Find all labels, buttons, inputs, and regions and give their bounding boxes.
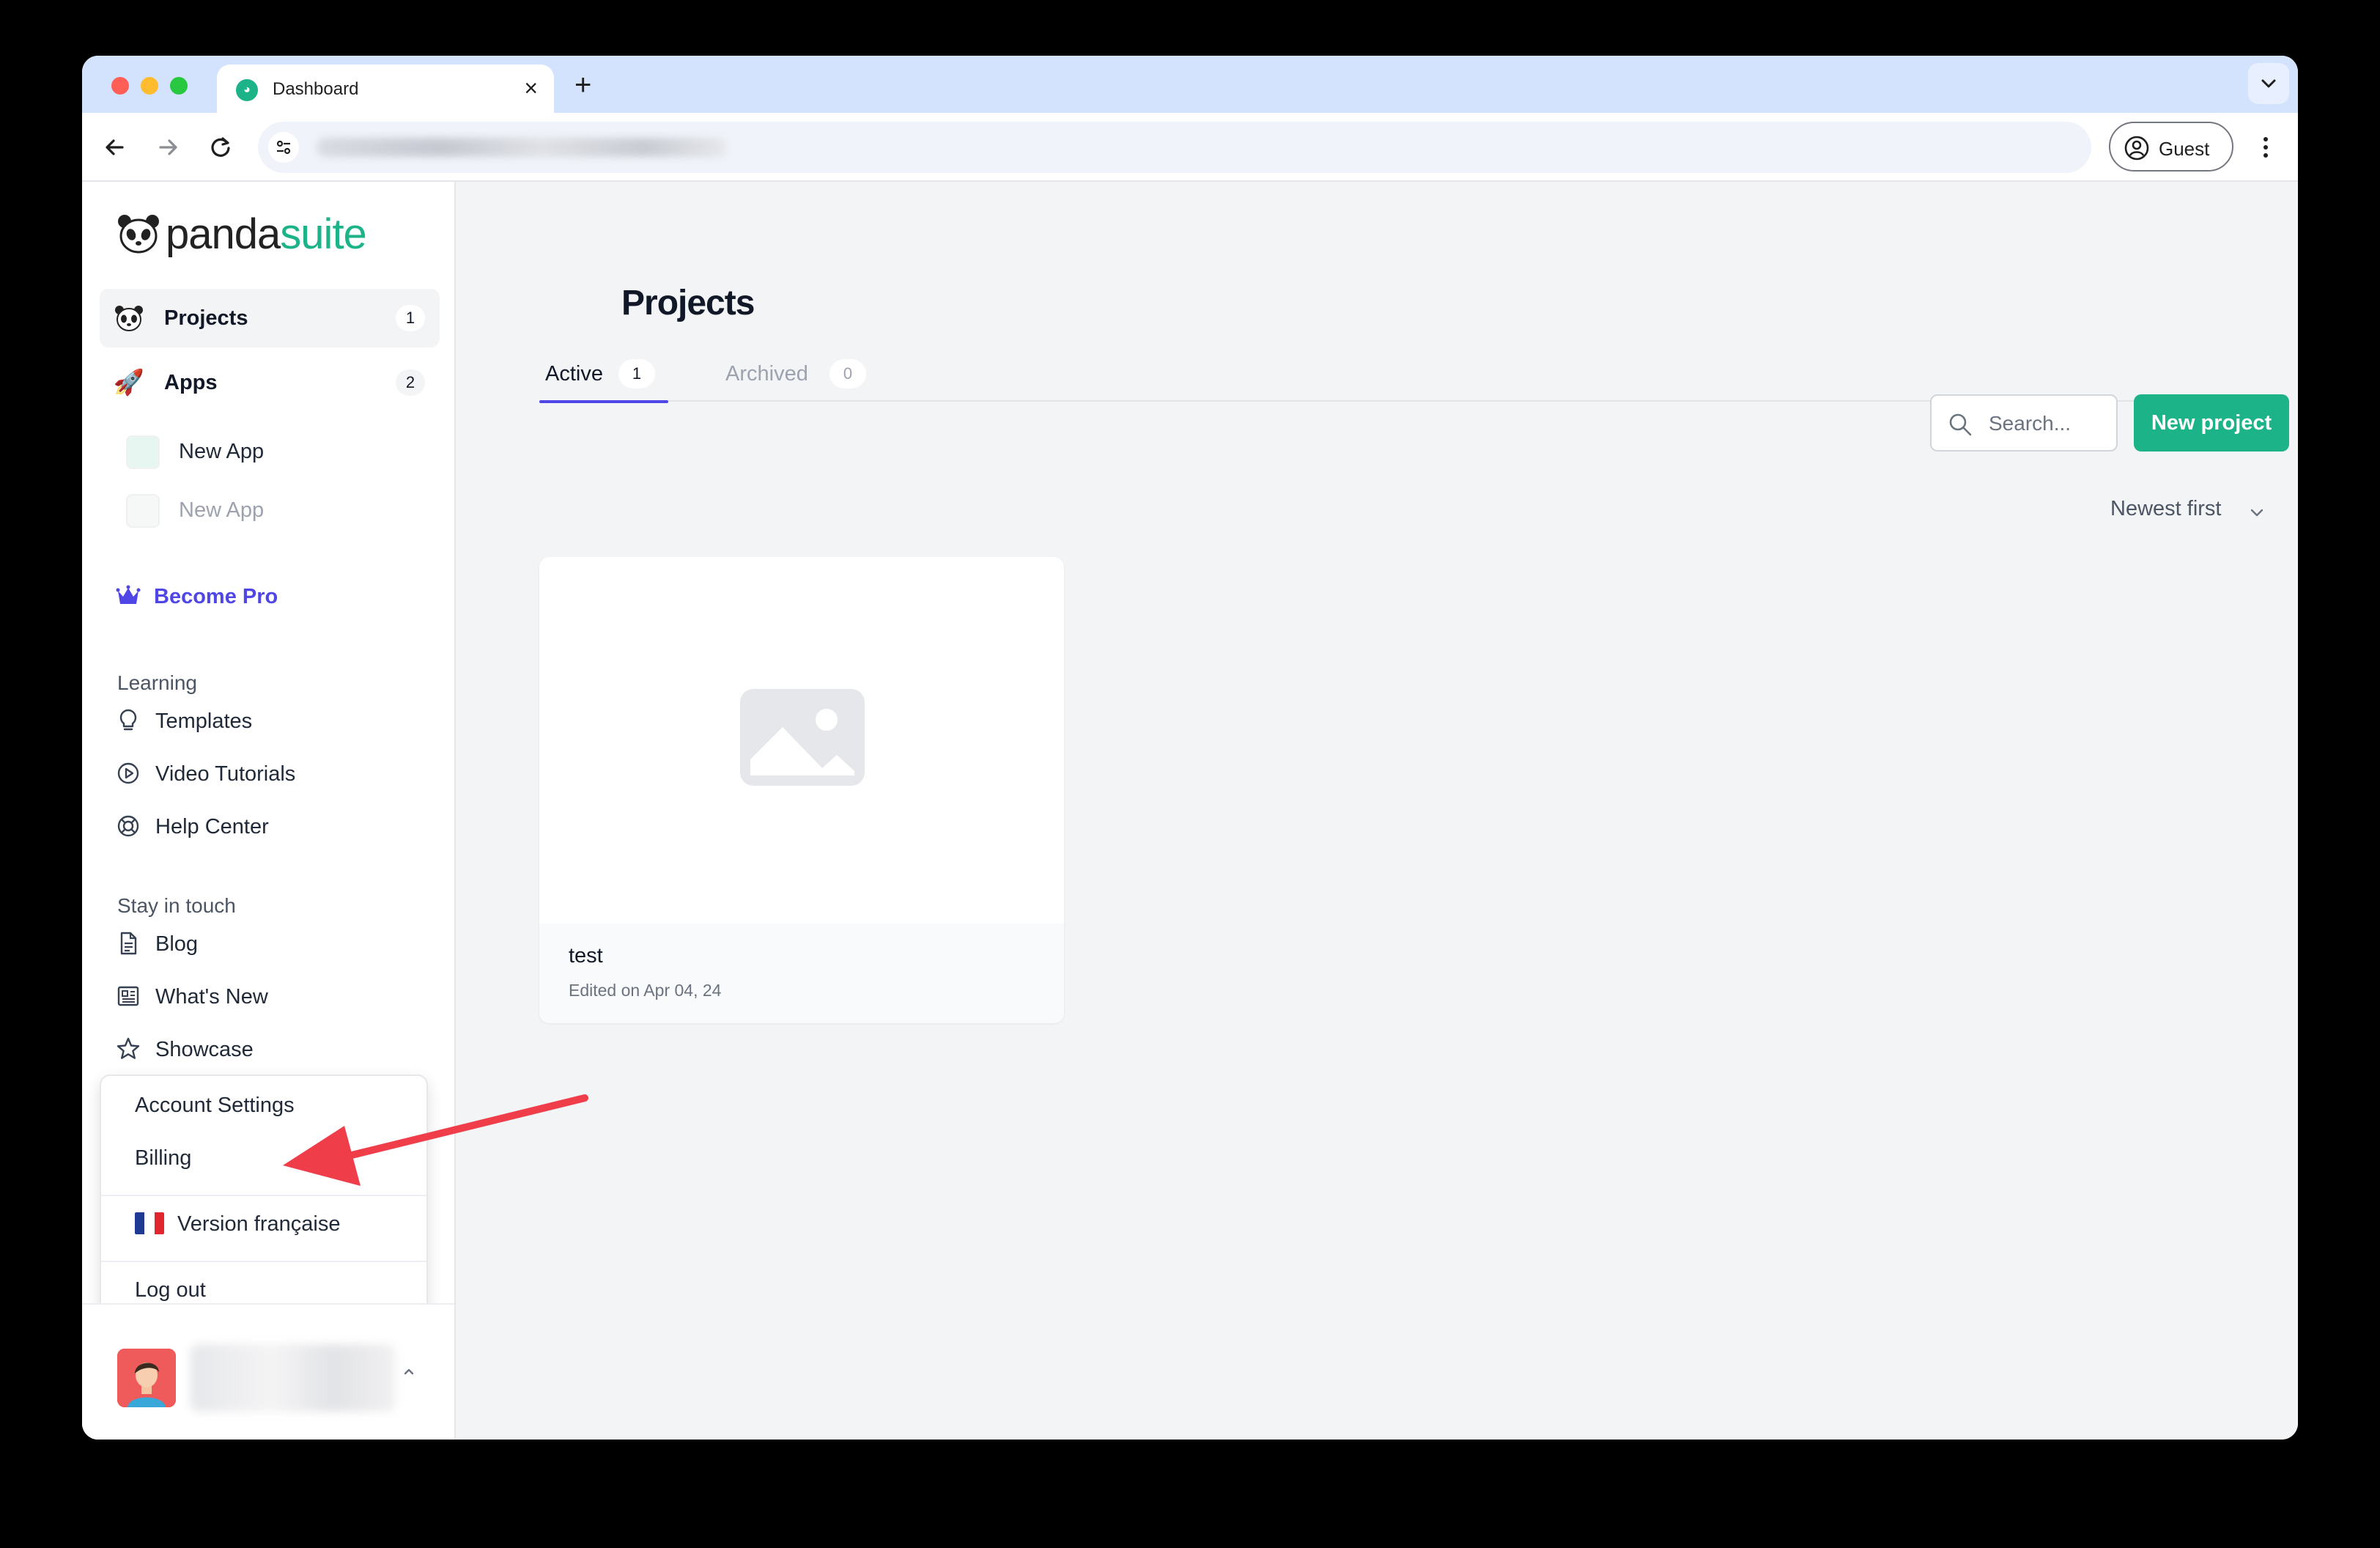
account-menu: Account Settings Billing Version françai…: [100, 1075, 428, 1324]
blurred-url: [317, 138, 727, 157]
menu-item-billing[interactable]: Billing: [101, 1136, 426, 1180]
app-name: New App: [179, 498, 265, 522]
logo-wordmark: pandasuite: [166, 210, 367, 258]
link-label: Video Tutorials: [155, 762, 296, 786]
profile-label: Guest: [2159, 138, 2210, 160]
crown-icon: [116, 585, 141, 604]
tab-archived[interactable]: Archived 0: [720, 350, 866, 402]
browser-window: ◕ Dashboard × + Guest pandasuite Project…: [82, 56, 2298, 1440]
search-icon: [1949, 413, 1972, 436]
project-thumbnail: [539, 557, 1064, 924]
link-label: Help Center: [155, 815, 269, 838]
project-edited-date: Edited on Apr 04, 24: [569, 981, 722, 1000]
sidebar-item-label: Apps: [164, 371, 218, 394]
back-button[interactable]: [98, 130, 132, 164]
app-content: pandasuite Projects 1 🚀 Apps 2 New App N…: [82, 182, 2298, 1440]
new-tab-button[interactable]: +: [574, 69, 591, 101]
star-icon: [117, 1037, 140, 1059]
search-input[interactable]: [1989, 406, 2109, 441]
sidebar-item-label: Projects: [164, 306, 248, 330]
sort-label: Newest first: [2110, 497, 2222, 520]
tune-icon: [276, 140, 291, 155]
menu-divider: [101, 1261, 426, 1262]
menu-item-label: Version française: [177, 1212, 341, 1236]
menu-divider: [101, 1195, 426, 1196]
sidebar-item-apps[interactable]: 🚀 Apps 2: [100, 353, 440, 412]
menu-item-label: Log out: [135, 1278, 206, 1302]
learning-heading: Learning: [117, 671, 197, 694]
search-box[interactable]: [1930, 394, 2118, 452]
reload-icon: [211, 137, 230, 157]
profile-button[interactable]: Guest: [2109, 122, 2233, 172]
zoom-window-button[interactable]: [170, 77, 188, 95]
image-placeholder-icon: [740, 689, 865, 786]
document-icon: [120, 932, 137, 955]
chevron-down-icon: [2261, 79, 2276, 88]
rocket-icon: 🚀: [113, 369, 145, 397]
lightbulb-icon: [119, 709, 137, 731]
tab-count-badge: 0: [829, 359, 866, 388]
tab-label: Active: [545, 362, 603, 386]
link-label: Blog: [155, 932, 199, 956]
menu-item-label: Billing: [135, 1146, 192, 1170]
tab-label: Archived: [725, 362, 808, 386]
more-vertical-icon: [2263, 137, 2268, 158]
french-flag-icon: [135, 1212, 164, 1234]
blurred-user-info: [191, 1344, 396, 1412]
tab-active[interactable]: Active 1: [539, 350, 668, 403]
project-name: test: [569, 944, 603, 968]
app-thumbnail: [126, 435, 160, 469]
page-title: Projects: [621, 284, 755, 322]
panda-icon: [113, 302, 145, 334]
link-label: Showcase: [155, 1038, 254, 1061]
close-window-button[interactable]: [111, 77, 129, 95]
user-account-toggle[interactable]: [82, 1303, 454, 1440]
address-bar[interactable]: [258, 122, 2091, 173]
lifebuoy-icon: [117, 815, 139, 837]
menu-item-french-version[interactable]: Version française: [101, 1202, 426, 1246]
panda-favicon-icon: ◕: [236, 79, 258, 101]
newspaper-icon: [117, 986, 139, 1006]
sidebar: pandasuite Projects 1 🚀 Apps 2 New App N…: [82, 182, 456, 1440]
back-arrow-icon: [106, 139, 124, 155]
sidebar-item-projects[interactable]: Projects 1: [100, 289, 440, 347]
project-card[interactable]: test Edited on Apr 04, 24: [539, 557, 1064, 1023]
chevron-up-icon: [404, 1368, 414, 1375]
browser-toolbar: Guest: [82, 113, 2298, 182]
panda-logo-icon: [118, 215, 159, 254]
reload-button[interactable]: [204, 130, 237, 164]
account-circle-icon: [2124, 136, 2149, 161]
tab-strip: ◕ Dashboard × +: [82, 56, 2298, 113]
browser-menu-button[interactable]: [2258, 130, 2273, 164]
projects-count-badge: 1: [396, 305, 425, 331]
browser-tab[interactable]: ◕ Dashboard ×: [217, 64, 554, 113]
tab-count-badge: 1: [618, 359, 655, 388]
app-thumbnail: [126, 494, 160, 528]
menu-item-label: Account Settings: [135, 1094, 295, 1117]
forward-button[interactable]: [151, 130, 185, 164]
project-card-footer: test Edited on Apr 04, 24: [539, 924, 1064, 1023]
menu-item-account-settings[interactable]: Account Settings: [101, 1083, 426, 1127]
site-settings-button[interactable]: [268, 132, 299, 163]
app-name: New App: [179, 440, 265, 463]
new-project-button[interactable]: New project: [2134, 394, 2289, 452]
link-label: Templates: [155, 710, 253, 733]
tab-close-button[interactable]: ×: [524, 75, 538, 101]
avatar: [117, 1349, 176, 1407]
forward-arrow-icon: [159, 139, 177, 155]
link-label: What's New: [155, 985, 268, 1009]
tab-title: Dashboard: [273, 79, 359, 99]
sort-dropdown[interactable]: Newest first: [2110, 497, 2263, 529]
play-circle-icon: [117, 762, 139, 784]
minimize-window-button[interactable]: [141, 77, 158, 95]
stay-in-touch-heading: Stay in touch: [117, 894, 236, 917]
chevron-down-icon: [2250, 509, 2263, 517]
become-pro-label: Become Pro: [154, 585, 278, 608]
apps-count-badge: 2: [396, 369, 425, 396]
tab-search-button[interactable]: [2248, 63, 2289, 104]
